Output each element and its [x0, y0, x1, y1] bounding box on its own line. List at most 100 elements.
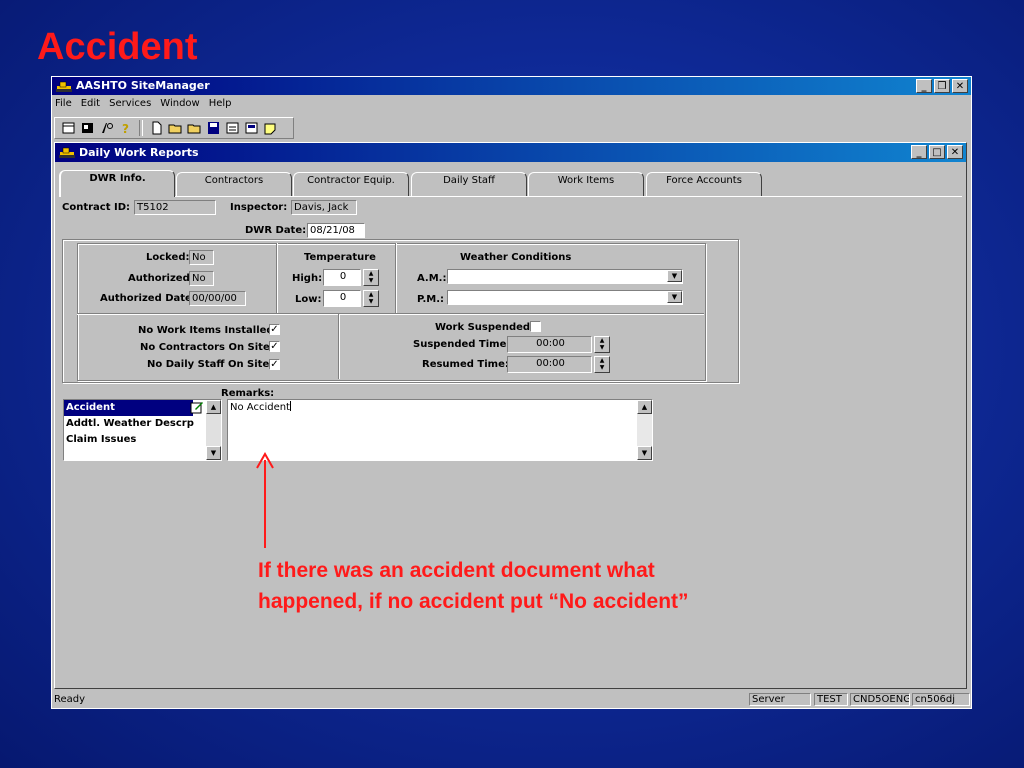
weather-am-dropdown[interactable] — [447, 269, 683, 284]
spin-up-icon[interactable]: ▲ — [600, 337, 605, 344]
tab-contractor-equip[interactable]: Contractor Equip. — [293, 172, 409, 196]
remarks-category-list[interactable]: Accident Addtl. Weather Descrp Claim Iss… — [63, 399, 222, 461]
svg-text:?: ? — [122, 122, 129, 135]
bulldozer-icon — [59, 147, 75, 158]
list-item-label: Addtl. Weather Descrp — [66, 418, 194, 429]
status-bar: Ready Server TEST CND5OENG cn506dj — [52, 691, 971, 708]
restore-button[interactable]: ❒ — [934, 79, 950, 93]
temperature-title: Temperature — [304, 252, 376, 263]
authorized-field[interactable]: No — [189, 271, 214, 286]
temperature-low-spinner[interactable]: ▲ ▼ — [363, 290, 379, 307]
scroll-up-icon[interactable]: ▲ — [637, 400, 652, 414]
tools-icon[interactable] — [99, 121, 114, 135]
app-title: AASHTO SiteManager — [76, 79, 210, 92]
edit-note-icon — [190, 402, 203, 414]
suspended-time-spinner[interactable]: ▲ ▼ — [594, 336, 610, 353]
spin-up-icon[interactable]: ▲ — [369, 270, 374, 277]
dwr-date-label: DWR Date: — [245, 225, 307, 236]
scroll-up-icon[interactable]: ▲ — [206, 400, 221, 414]
minimize-button[interactable]: _ — [916, 79, 932, 93]
weather-pm-label: P.M.: — [417, 294, 445, 305]
child-title: Daily Work Reports — [79, 146, 199, 159]
list-icon[interactable] — [225, 121, 240, 135]
spin-down-icon[interactable]: ▼ — [369, 277, 374, 284]
scroll-down-icon[interactable]: ▼ — [206, 446, 221, 460]
temperature-high-spinner[interactable]: ▲ ▼ — [363, 269, 379, 286]
menu-file[interactable]: File — [55, 98, 72, 114]
resumed-time-spinner[interactable]: ▲ ▼ — [594, 356, 610, 373]
status-user: CND5OENG — [850, 693, 910, 706]
new-file-icon[interactable] — [149, 121, 164, 135]
temperature-high-field[interactable]: 0 — [323, 269, 361, 286]
app-titlebar[interactable]: AASHTO SiteManager _ ❒ ✕ — [52, 77, 971, 95]
locked-field[interactable]: No — [189, 250, 214, 265]
weather-pm-dropdown[interactable] — [447, 290, 683, 305]
remarks-textarea[interactable]: No Accident ▲ ▼ — [227, 399, 653, 461]
remarks-scrollbar[interactable]: ▲ ▼ — [637, 400, 652, 460]
weather-title: Weather Conditions — [460, 252, 572, 263]
remarks-label: Remarks: — [221, 388, 275, 399]
temperature-high-label: High: — [292, 273, 323, 284]
no-contractors-checkbox[interactable]: ✓ — [269, 341, 280, 352]
toolbar: ? — [54, 117, 294, 139]
menu-services[interactable]: Services — [109, 98, 151, 114]
child-maximize-button[interactable]: □ — [929, 145, 945, 159]
no-work-items-checkbox[interactable]: ✓ — [269, 324, 280, 335]
spin-up-icon[interactable]: ▲ — [600, 357, 605, 364]
spin-up-icon[interactable]: ▲ — [369, 291, 374, 298]
save-icon[interactable] — [206, 121, 221, 135]
menu-bar: File Edit Services Window Help — [52, 98, 232, 114]
tab-daily-staff[interactable]: Daily Staff — [411, 172, 527, 196]
contract-id-label: Contract ID: — [62, 202, 130, 213]
status-server: Server — [749, 693, 811, 706]
tab-force-accounts[interactable]: Force Accounts — [646, 172, 762, 196]
dwr-date-field[interactable]: 08/21/08 — [307, 223, 365, 238]
category-scrollbar[interactable]: ▲ ▼ — [206, 400, 221, 460]
calendar-icon[interactable] — [61, 121, 76, 135]
help-icon[interactable]: ? — [118, 121, 133, 135]
list-item[interactable]: Claim Issues — [64, 432, 205, 448]
no-daily-staff-checkbox[interactable]: ✓ — [269, 359, 280, 370]
inspector-field[interactable]: Davis, Jack — [291, 200, 357, 215]
tab-dwr-info[interactable]: DWR Info. — [59, 170, 175, 197]
resumed-time-field[interactable]: 00:00 — [507, 356, 592, 373]
chevron-down-icon[interactable]: ▼ — [667, 270, 682, 282]
contract-id-field[interactable]: T5102 — [134, 200, 216, 215]
close-button[interactable]: ✕ — [952, 79, 968, 93]
status-id: cn506dj — [912, 693, 970, 706]
spin-down-icon[interactable]: ▼ — [600, 344, 605, 351]
temperature-low-field[interactable]: 0 — [323, 290, 361, 307]
tab-contractors[interactable]: Contractors — [176, 172, 292, 196]
scroll-down-icon[interactable]: ▼ — [637, 446, 652, 460]
work-suspended-checkbox[interactable] — [530, 321, 541, 332]
open-folder-icon[interactable] — [168, 121, 183, 135]
list-item[interactable]: Accident — [64, 400, 193, 416]
child-minimize-button[interactable]: _ — [911, 145, 927, 159]
spin-down-icon[interactable]: ▼ — [369, 298, 374, 305]
menu-edit[interactable]: Edit — [81, 98, 100, 114]
suspended-time-label: Suspended Time: — [413, 339, 511, 350]
suspended-time-field[interactable]: 00:00 — [507, 336, 592, 353]
list-item[interactable]: Addtl. Weather Descrp — [64, 416, 205, 432]
menu-help[interactable]: Help — [209, 98, 232, 114]
open-folder-icon[interactable] — [187, 121, 202, 135]
tab-work-items[interactable]: Work Items — [528, 172, 644, 196]
temperature-low-label: Low: — [295, 294, 322, 305]
remarks-text: No Accident — [230, 401, 291, 413]
locked-label: Locked: — [146, 252, 190, 263]
resumed-time-label: Resumed Time: — [422, 359, 509, 370]
child-titlebar[interactable]: Daily Work Reports _ □ ✕ — [55, 143, 966, 162]
no-daily-staff-label: No Daily Staff On Site: — [147, 359, 274, 370]
authorized-label: Authorized: — [128, 273, 194, 284]
chevron-down-icon[interactable]: ▼ — [667, 291, 682, 303]
arrow-up-icon — [256, 452, 274, 548]
report-icon[interactable] — [244, 121, 259, 135]
child-close-button[interactable]: ✕ — [947, 145, 963, 159]
tab-strip: DWR Info. Contractors Contractor Equip. … — [59, 170, 779, 197]
no-work-items-label: No Work Items Installed: — [138, 325, 278, 336]
spin-down-icon[interactable]: ▼ — [600, 364, 605, 371]
edit-note-icon[interactable] — [263, 121, 278, 135]
menu-window[interactable]: Window — [160, 98, 199, 114]
site-icon[interactable] — [80, 121, 95, 135]
authorized-date-field[interactable]: 00/00/00 — [189, 291, 246, 306]
